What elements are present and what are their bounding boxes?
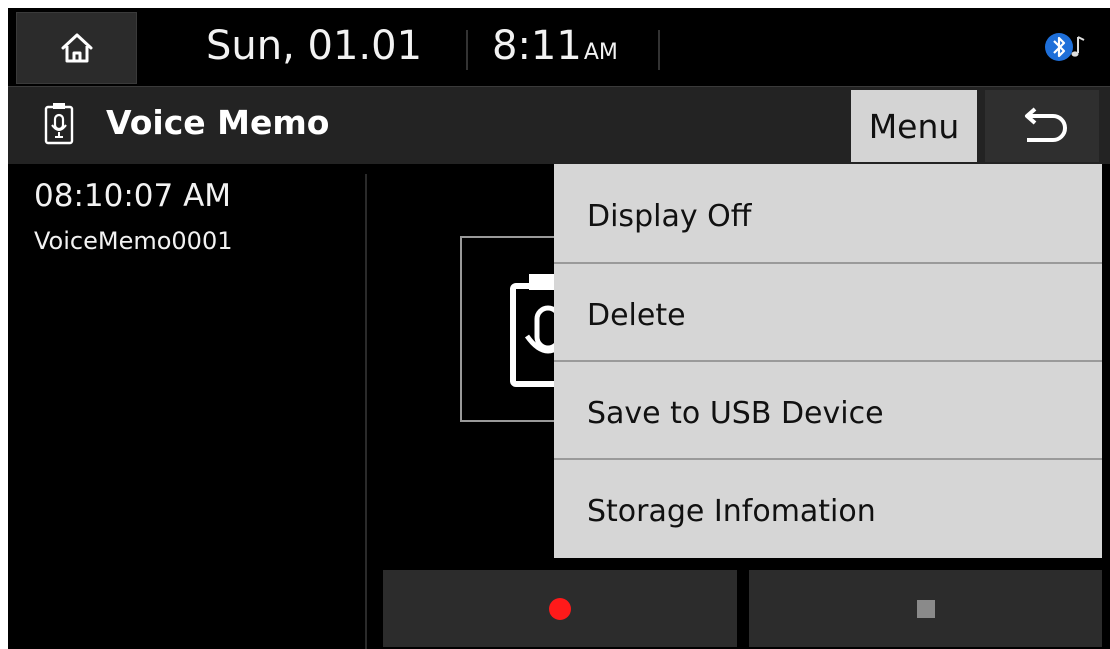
stop-button[interactable]	[749, 570, 1102, 647]
time-value: 8:11	[492, 23, 582, 69]
stop-icon	[916, 599, 935, 618]
voice-memo-icon	[44, 103, 74, 145]
back-arrow-icon	[1025, 107, 1067, 142]
menu-item-save-to-usb[interactable]: Save to USB Device	[554, 365, 1102, 463]
page-title: Voice Memo	[106, 103, 330, 142]
clock: 8:11AM	[492, 20, 618, 79]
recording-time: 08:10:07 AM	[34, 178, 232, 214]
status-divider	[466, 30, 468, 70]
home-icon	[61, 33, 92, 63]
back-button[interactable]	[985, 90, 1099, 162]
status-bar: Sun, 01.01 8:11AM	[8, 8, 1110, 86]
menu-dropdown: Display Off Delete Save to USB Device St…	[554, 164, 1102, 558]
menu-divider	[554, 360, 1102, 362]
date-display: Sun, 01.01	[206, 23, 423, 69]
menu-item-storage-information[interactable]: Storage Infomation	[554, 463, 1102, 561]
menu-divider	[554, 262, 1102, 264]
menu-item-display-off[interactable]: Display Off	[554, 168, 1102, 266]
menu-divider	[554, 458, 1102, 460]
screen: Sun, 01.01 8:11AM Voice Memo Menu 08:10:…	[8, 8, 1110, 649]
status-divider	[658, 30, 660, 70]
record-button[interactable]	[383, 570, 737, 647]
menu-button[interactable]: Menu	[851, 90, 977, 162]
recording-name: VoiceMemo0001	[34, 227, 233, 255]
ampm-indicator: AM	[583, 40, 618, 65]
record-icon	[549, 597, 571, 620]
menu-item-delete[interactable]: Delete	[554, 267, 1102, 365]
home-button[interactable]	[16, 12, 137, 84]
title-bar: Voice Memo Menu	[8, 86, 1110, 164]
list-divider	[365, 174, 367, 649]
bluetooth-audio-icon	[1045, 33, 1085, 61]
